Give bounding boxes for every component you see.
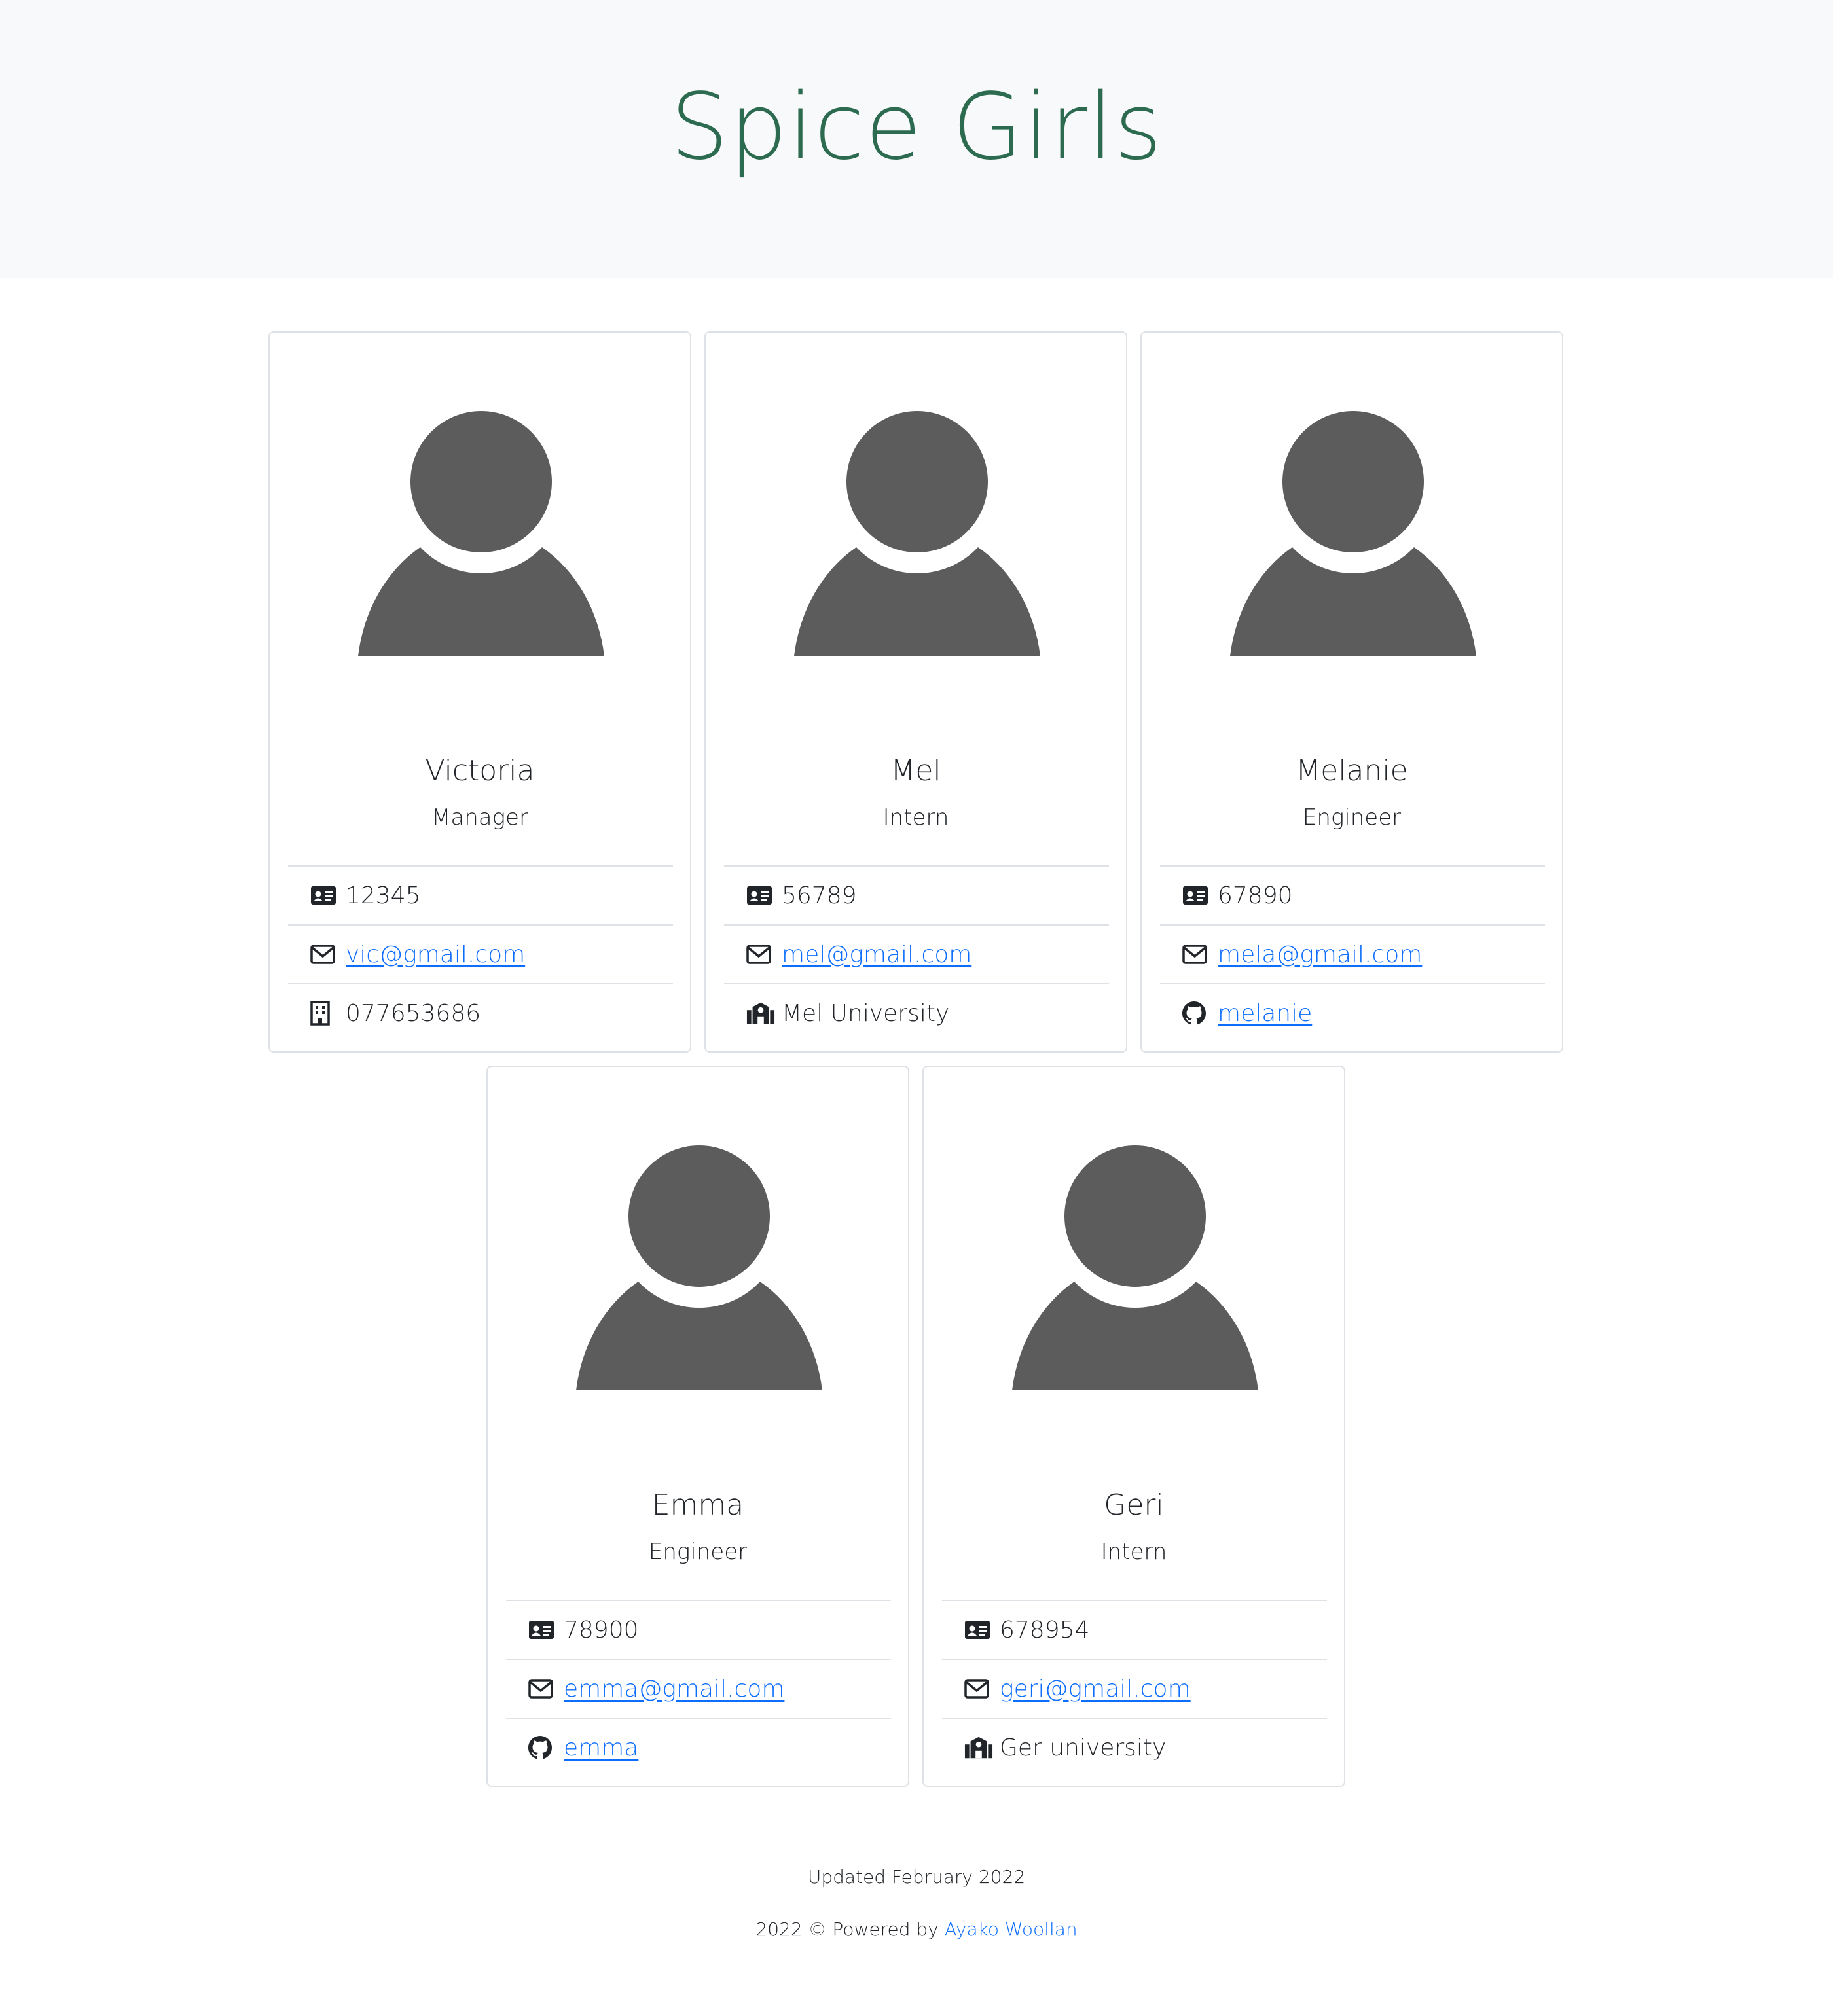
id-card-icon xyxy=(1182,882,1211,909)
employee-email-link[interactable]: mela@gmail.com xyxy=(1218,941,1422,968)
employee-id-row: 678954 xyxy=(942,1600,1327,1659)
employee-name: Victoria xyxy=(425,754,535,787)
avatar-icon xyxy=(358,410,604,658)
page-title: Spice Girls xyxy=(670,74,1163,181)
employee-id: 67890 xyxy=(1218,882,1293,909)
employee-id: 78900 xyxy=(564,1616,639,1644)
employee-email-row: emma@gmail.com xyxy=(506,1659,891,1718)
employee-email-row: mela@gmail.com xyxy=(1160,924,1545,983)
employee-github-row: melanie xyxy=(1160,983,1545,1042)
employee-id: 678954 xyxy=(1000,1616,1090,1644)
employee-name: Geri xyxy=(1104,1488,1164,1522)
employee-info-list: 67890 mela@gmail.com melanie xyxy=(1160,865,1545,1042)
employee-name: Mel xyxy=(890,754,941,787)
employee-card: Mel Intern 56789 mel@gmail.com Mel Unive… xyxy=(704,331,1127,1053)
employee-id-row: 12345 xyxy=(288,865,673,924)
employee-name: Melanie xyxy=(1296,754,1408,787)
employee-id: 56789 xyxy=(782,882,857,909)
employee-card: Victoria Manager 12345 vic@gmail.com 077… xyxy=(268,331,691,1053)
employee-email-link[interactable]: mel@gmail.com xyxy=(782,941,971,968)
employee-id-row: 56789 xyxy=(724,865,1109,924)
id-card-icon xyxy=(746,882,775,909)
building-icon xyxy=(310,1000,339,1026)
footer-updated: Updated February 2022 xyxy=(807,1866,1026,1888)
avatar-icon xyxy=(1012,1144,1258,1393)
avatar-icon xyxy=(1230,410,1476,658)
id-card-icon xyxy=(528,1617,557,1643)
footer-credit-text: 2022 © Powered by xyxy=(755,1918,945,1940)
page-header: Spice Girls xyxy=(0,0,1833,278)
employee-office-row: 077653686 xyxy=(288,983,673,1042)
employee-school-row: Ger university xyxy=(942,1718,1327,1776)
employee-role: Intern xyxy=(882,804,949,831)
envelope-icon xyxy=(1182,941,1211,967)
employee-github-link[interactable]: melanie xyxy=(1218,1000,1312,1027)
envelope-icon xyxy=(746,941,775,967)
employee-school-row: Mel University xyxy=(724,983,1109,1042)
envelope-icon xyxy=(310,941,339,967)
employee-github-row: emma xyxy=(506,1718,891,1776)
employee-id: 12345 xyxy=(346,882,421,909)
employee-role: Engineer xyxy=(648,1539,748,1565)
envelope-icon xyxy=(528,1676,557,1702)
employee-email-link[interactable]: vic@gmail.com xyxy=(346,941,525,968)
school-icon xyxy=(746,1000,775,1026)
school-icon xyxy=(964,1735,993,1761)
footer-author-link[interactable]: Ayako Woollan xyxy=(945,1918,1078,1940)
employee-role: Intern xyxy=(1100,1539,1167,1565)
github-icon xyxy=(528,1735,557,1761)
employee-email-row: geri@gmail.com xyxy=(942,1659,1327,1718)
employee-info-list: 678954 geri@gmail.com Ger university xyxy=(942,1600,1327,1776)
employee-school: Mel University xyxy=(782,999,950,1027)
employee-email-row: vic@gmail.com xyxy=(288,924,673,983)
employee-email-row: mel@gmail.com xyxy=(724,924,1109,983)
id-card-icon xyxy=(310,882,339,909)
employee-email-link[interactable]: geri@gmail.com xyxy=(1000,1676,1191,1702)
envelope-icon xyxy=(964,1676,993,1702)
employee-info-list: 56789 mel@gmail.com Mel University xyxy=(724,865,1109,1042)
footer-credit: 2022 © Powered by Ayako Woollan xyxy=(0,1917,1833,1943)
employee-name: Emma xyxy=(651,1488,744,1522)
employee-role: Manager xyxy=(431,804,528,831)
id-card-icon xyxy=(964,1617,993,1643)
employee-card: Emma Engineer 78900 emma@gmail.com emma xyxy=(486,1066,909,1787)
employee-email-link[interactable]: emma@gmail.com xyxy=(564,1676,784,1702)
avatar-icon xyxy=(576,1144,822,1393)
github-icon xyxy=(1182,1000,1211,1026)
employee-card: Melanie Engineer 67890 mela@gmail.com me… xyxy=(1140,331,1563,1053)
employee-id-row: 67890 xyxy=(1160,865,1545,924)
employee-office-number: 077653686 xyxy=(346,999,481,1027)
employee-card: Geri Intern 678954 geri@gmail.com Ger un… xyxy=(922,1066,1345,1787)
employee-info-list: 78900 emma@gmail.com emma xyxy=(506,1600,891,1776)
employee-github-link[interactable]: emma xyxy=(564,1735,638,1761)
employee-role: Engineer xyxy=(1302,804,1402,831)
avatar-icon xyxy=(794,410,1040,658)
employee-id-row: 78900 xyxy=(506,1600,891,1659)
employee-info-list: 12345 vic@gmail.com 077653686 xyxy=(288,865,673,1042)
employee-school: Ger university xyxy=(1000,1734,1167,1761)
